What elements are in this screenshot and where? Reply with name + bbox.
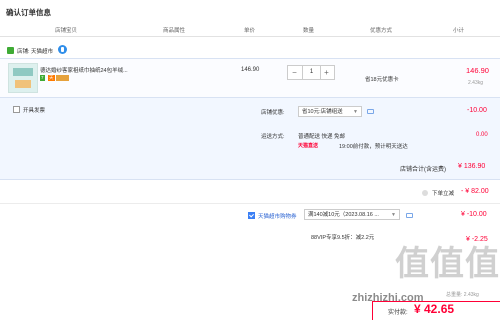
- tmall-badge-icon: [58, 45, 67, 54]
- store-name[interactable]: 店铺: 天猫超市: [17, 47, 53, 55]
- col-discount-method: 优惠方式: [370, 28, 393, 34]
- qty-minus-button[interactable]: −: [288, 66, 301, 79]
- quantity-stepper: − 1 +: [287, 65, 335, 80]
- info-icon: [422, 190, 428, 196]
- chevron-down-icon: ▼: [391, 212, 396, 218]
- shipping-amount: 0.00: [476, 132, 488, 138]
- column-header: 店铺宝贝 商品属性 单价 数量 优惠方式 小计: [0, 24, 500, 37]
- vip-discount-select[interactable]: 88VIP专享9.5折：减2.2元: [308, 233, 388, 244]
- service-badge-icon: [56, 75, 69, 81]
- col-subtotal: 小计: [453, 28, 465, 34]
- shipping-label: 运送方式:: [261, 134, 285, 140]
- chat-icon[interactable]: [367, 109, 374, 114]
- col-quantity: 数量: [303, 28, 315, 34]
- store-discount-label: 店铺优惠:: [261, 110, 285, 116]
- pay-amount: ¥ 42.65: [414, 302, 455, 316]
- store-discount-value: 省10元:店铺组送: [302, 109, 343, 115]
- tmall-direct-label: 天猫直送: [298, 143, 319, 149]
- pay-label: 实付款:: [388, 310, 408, 316]
- chevron-down-icon: ▼: [353, 109, 358, 115]
- instant-discount-amount: - ¥ 82.00: [461, 188, 489, 195]
- store-total-label: 店铺合计(含运费): [400, 167, 446, 173]
- total-weight: 总重量: 2.43kg: [446, 292, 479, 298]
- qty-input[interactable]: 1: [302, 66, 321, 79]
- divider: [0, 203, 500, 204]
- col-attributes: 商品属性: [163, 28, 186, 34]
- shipping-method[interactable]: 普通配送 快递 免邮: [298, 132, 345, 140]
- product-thumbnail[interactable]: [8, 63, 38, 93]
- coupon-value: 满140减10元（2023.08.16 ...: [308, 212, 379, 218]
- instant-discount-label: 下单立减: [432, 191, 455, 197]
- qty-plus-button[interactable]: +: [320, 66, 333, 79]
- watermark-logo: 值值值: [395, 245, 500, 283]
- unit-price: 146.90: [241, 67, 260, 73]
- coupon-label[interactable]: 天猫超市购物券: [258, 212, 297, 220]
- coupon-select[interactable]: 满140减10元（2023.08.16 ... ▼: [304, 209, 400, 220]
- store-discount-select[interactable]: 省10元:店铺组送 ▼: [298, 106, 362, 117]
- service-badge-tmall: 天: [48, 75, 55, 81]
- col-store-items: 店铺宝贝: [55, 28, 78, 34]
- page-title: 确认订单信息: [6, 8, 51, 17]
- vip-discount-value: 88VIP专享9.5折：减2.2元: [311, 235, 375, 241]
- product-name[interactable]: 德达婚纱客家祖纸巾抽纸24包羊绒...: [40, 66, 128, 74]
- invoice-label: 开具发票: [23, 108, 46, 114]
- coupon-amount: ¥ -10.00: [461, 211, 487, 218]
- col-unit-price: 单价: [244, 28, 256, 34]
- item-discount[interactable]: 省18元优惠卡: [365, 75, 399, 83]
- coupon-checkbox[interactable]: [248, 212, 255, 219]
- item-subtotal: 146.90: [466, 66, 489, 75]
- store-discount-amount: -10.00: [467, 107, 487, 114]
- product-row: [0, 58, 500, 98]
- store-total-amount: ¥ 136.90: [458, 163, 486, 170]
- invoice-checkbox[interactable]: [13, 106, 20, 113]
- item-weight: 2.43kg: [468, 80, 484, 86]
- store-icon: [7, 47, 14, 54]
- shipping-eta: 19:00前付款，预计明天送达: [339, 144, 408, 150]
- chat-icon[interactable]: [406, 213, 413, 218]
- service-badge-7day: 7: [40, 75, 45, 81]
